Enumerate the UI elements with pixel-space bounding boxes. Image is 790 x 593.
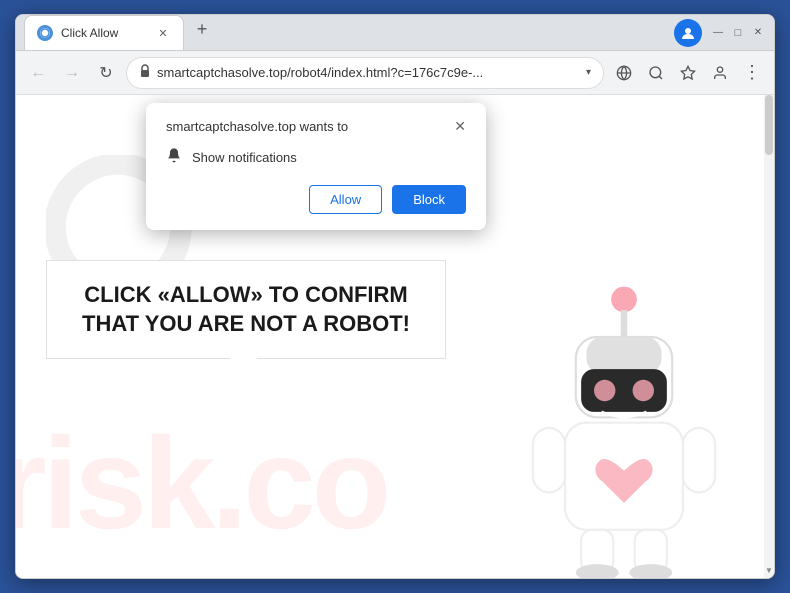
tab-favicon: [37, 25, 53, 41]
menu-button[interactable]: ⋮: [738, 59, 766, 87]
address-bar[interactable]: smartcaptchasolve.top/robot4/index.html?…: [126, 57, 604, 89]
popup-header: smartcaptchasolve.top wants to ✕: [166, 119, 466, 134]
popup-permission-row: Show notifications: [166, 146, 466, 169]
tab-title-text: Click Allow: [61, 26, 147, 40]
active-tab[interactable]: Click Allow ✕: [24, 15, 184, 50]
bell-icon: [166, 146, 182, 169]
search-button[interactable]: [642, 59, 670, 87]
forward-button[interactable]: →: [58, 59, 86, 87]
page-heading: CLICK «ALLOW» TO CONFIRM THAT YOU ARE NO…: [77, 281, 415, 338]
translate-button[interactable]: [610, 59, 638, 87]
reload-button[interactable]: ↻: [92, 59, 120, 87]
speech-bubble-tail: [228, 356, 258, 378]
url-text: smartcaptchasolve.top/robot4/index.html?…: [157, 65, 580, 80]
watermark-text: risk.co: [16, 408, 387, 558]
profile-account-button[interactable]: [706, 59, 734, 87]
block-button[interactable]: Block: [392, 185, 466, 214]
scrollbar-down-button[interactable]: ▼: [764, 562, 774, 578]
close-button[interactable]: ✕: [750, 25, 766, 41]
toolbar: ← → ↻ smartcaptchasolve.top/robot4/index…: [16, 51, 774, 95]
popup-close-button[interactable]: ✕: [454, 119, 466, 133]
down-arrow-icon: ▾: [586, 67, 591, 78]
permission-text: Show notifications: [192, 150, 297, 165]
toolbar-icons: ⋮: [610, 59, 766, 87]
bookmark-button[interactable]: [674, 59, 702, 87]
popup-title-text: smartcaptchasolve.top wants to: [166, 119, 348, 134]
robot-illustration: [514, 278, 734, 578]
new-tab-button[interactable]: +: [188, 15, 216, 43]
lock-icon: [139, 64, 151, 81]
profile-button[interactable]: [674, 19, 702, 47]
scrollbar[interactable]: ▲ ▼: [764, 95, 774, 578]
scrollbar-thumb[interactable]: [765, 95, 773, 155]
page-content: risk.co CLICK «ALLOW» TO CONFIRM THAT YO…: [16, 95, 774, 578]
minimize-button[interactable]: —: [710, 25, 726, 41]
title-bar: Click Allow ✕ + — □ ✕: [16, 15, 774, 51]
maximize-button[interactable]: □: [730, 25, 746, 41]
page-main-content: CLICK «ALLOW» TO CONFIRM THAT YOU ARE NO…: [46, 260, 446, 359]
allow-button[interactable]: Allow: [309, 185, 382, 214]
popup-buttons: Allow Block: [166, 185, 466, 214]
back-button[interactable]: ←: [24, 59, 52, 87]
notification-popup: smartcaptchasolve.top wants to ✕ Show no…: [146, 103, 486, 230]
tab-close-button[interactable]: ✕: [155, 25, 171, 41]
browser-window: Click Allow ✕ + — □ ✕ ← → ↻: [15, 14, 775, 579]
tab-strip: Click Allow ✕ +: [24, 15, 674, 50]
